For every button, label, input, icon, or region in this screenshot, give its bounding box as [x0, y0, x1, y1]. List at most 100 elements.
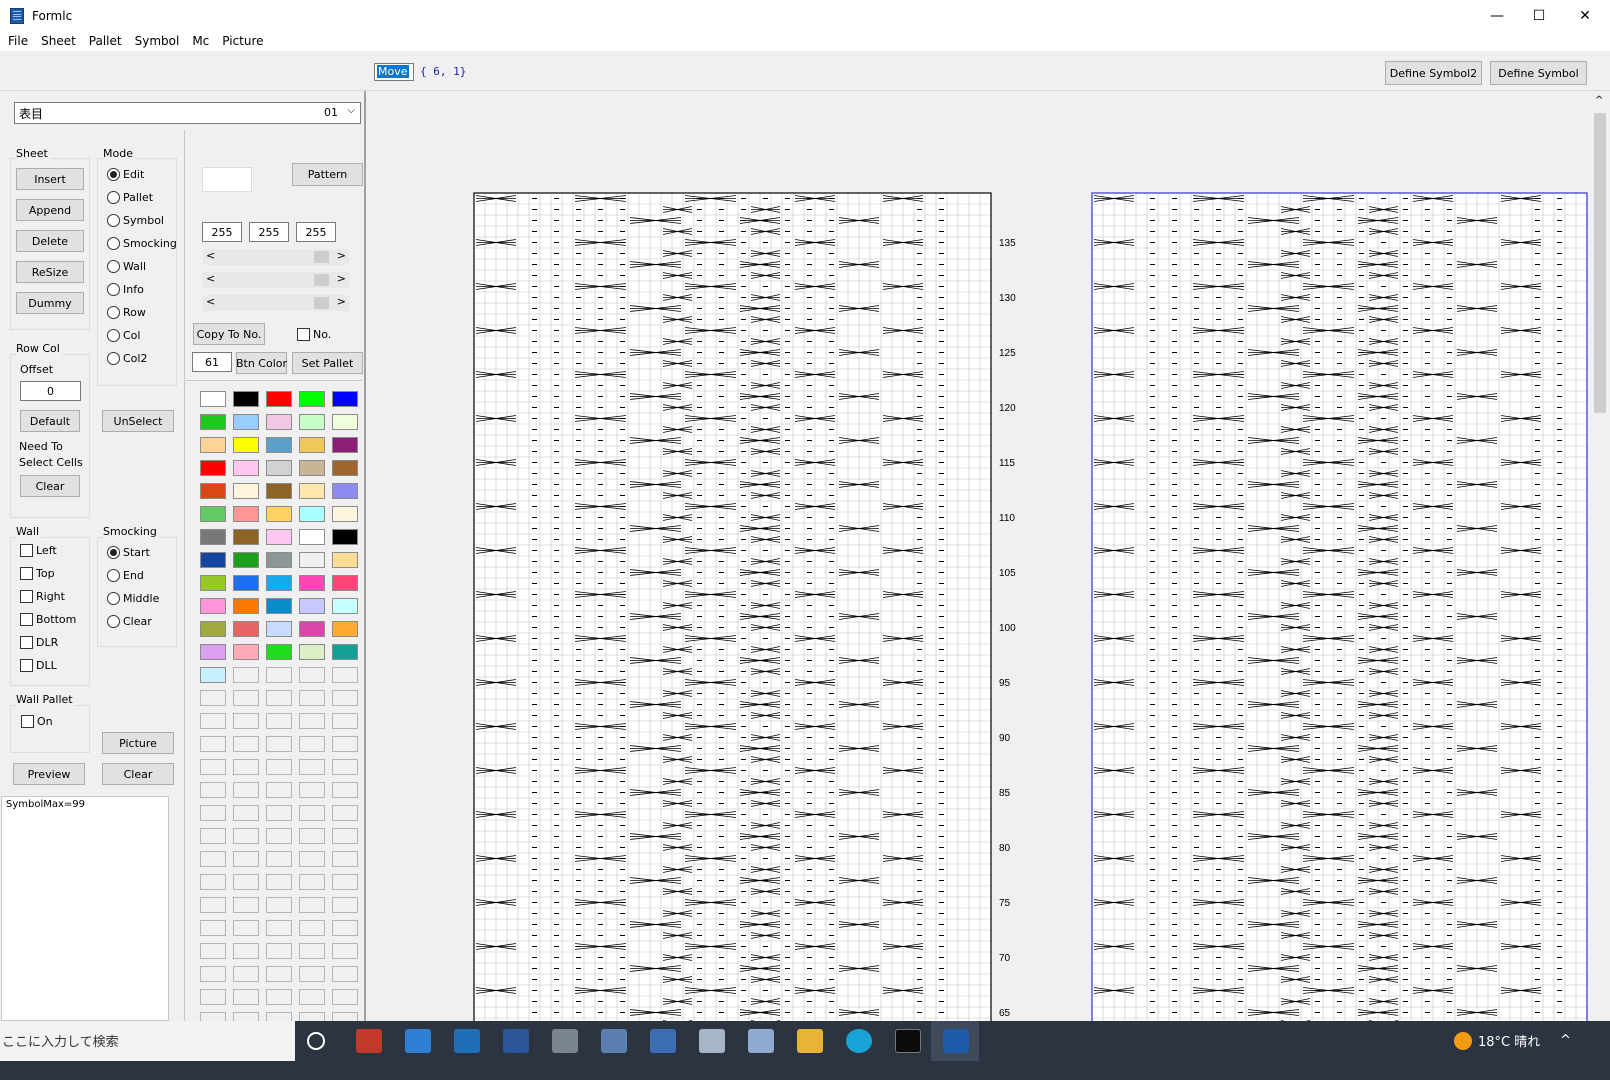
formlc-app-icon[interactable] — [943, 1029, 969, 1053]
resize-button[interactable]: ReSize — [16, 261, 84, 283]
palette-swatch[interactable] — [266, 736, 292, 752]
menu-symbol[interactable]: Symbol — [135, 34, 180, 48]
palette-swatch[interactable] — [332, 736, 358, 752]
palette-swatch[interactable] — [299, 552, 325, 568]
palette-swatch[interactable] — [266, 391, 292, 407]
palette-swatch[interactable] — [200, 529, 226, 545]
sheet-select[interactable]: 表目 01 ⌵ — [14, 102, 361, 124]
palette-swatch[interactable] — [299, 598, 325, 614]
palette-swatch[interactable] — [266, 897, 292, 913]
palette-swatch[interactable] — [299, 391, 325, 407]
terminal-icon[interactable] — [895, 1029, 921, 1053]
palette-swatch[interactable] — [266, 460, 292, 476]
tray-chevron-icon[interactable]: ^ — [1560, 1033, 1571, 1048]
palette-swatch[interactable] — [233, 920, 259, 936]
insert-button[interactable]: Insert — [16, 168, 84, 190]
palette-swatch[interactable] — [332, 621, 358, 637]
palette-swatch[interactable] — [200, 851, 226, 867]
mode-edit-radio[interactable]: Edit — [107, 168, 144, 181]
palette-swatch[interactable] — [233, 989, 259, 1005]
text-editor-app-icon[interactable] — [356, 1029, 382, 1053]
palette-swatch[interactable] — [332, 828, 358, 844]
palette-swatch[interactable] — [266, 805, 292, 821]
palette-swatch[interactable] — [233, 805, 259, 821]
palette-swatch[interactable] — [200, 874, 226, 890]
palette-swatch[interactable] — [299, 851, 325, 867]
menu-mc[interactable]: Mc — [192, 34, 209, 48]
close-button[interactable]: ✕ — [1562, 0, 1608, 31]
palette-swatch[interactable] — [200, 575, 226, 591]
default-button[interactable]: Default — [20, 410, 80, 432]
notepad-app-icon[interactable] — [748, 1029, 774, 1053]
palette-swatch[interactable] — [233, 552, 259, 568]
palette-swatch[interactable] — [332, 897, 358, 913]
palette-swatch[interactable] — [200, 782, 226, 798]
palette-swatch[interactable] — [299, 943, 325, 959]
palette-swatch[interactable] — [200, 552, 226, 568]
palette-swatch[interactable] — [233, 483, 259, 499]
palette-swatch[interactable] — [200, 736, 226, 752]
palette-swatch[interactable] — [332, 391, 358, 407]
palette-swatch[interactable] — [266, 828, 292, 844]
palette-swatch[interactable] — [332, 943, 358, 959]
palette-swatch[interactable] — [233, 667, 259, 683]
preview-button[interactable]: Preview — [13, 763, 85, 785]
palette-swatch[interactable] — [233, 966, 259, 982]
mode-col2-radio[interactable]: Col2 — [107, 352, 147, 365]
palette-swatch[interactable] — [200, 391, 226, 407]
mode-value-field[interactable]: Move — [374, 63, 414, 81]
palette-swatch[interactable] — [200, 966, 226, 982]
menu-picture[interactable]: Picture — [222, 34, 263, 48]
scroll-up-icon[interactable]: ^ — [1595, 95, 1603, 106]
edge-browser-icon[interactable] — [846, 1029, 872, 1053]
palette-swatch[interactable] — [266, 713, 292, 729]
palette-swatch[interactable] — [332, 414, 358, 430]
palette-swatch[interactable] — [299, 736, 325, 752]
folder-icon[interactable] — [797, 1029, 823, 1053]
palette-swatch[interactable] — [233, 759, 259, 775]
wall-bottom-checkbox[interactable]: Bottom — [20, 613, 76, 626]
palette-swatch[interactable] — [233, 897, 259, 913]
palette-swatch[interactable] — [332, 851, 358, 867]
palette-swatch[interactable] — [233, 529, 259, 545]
mode-wall-radio[interactable]: Wall — [107, 260, 146, 273]
wall-left-checkbox[interactable]: Left — [20, 544, 57, 557]
copy-to-no-button[interactable]: Copy To No. — [193, 323, 265, 345]
palette-swatch[interactable] — [233, 621, 259, 637]
palette-swatch[interactable] — [332, 529, 358, 545]
palette-swatch[interactable] — [299, 644, 325, 660]
palette-swatch[interactable] — [266, 506, 292, 522]
palette-swatch[interactable] — [299, 483, 325, 499]
mode-symbol-radio[interactable]: Symbol — [107, 214, 164, 227]
palette-swatch[interactable] — [299, 713, 325, 729]
palette-swatch[interactable] — [266, 874, 292, 890]
palette-swatch[interactable] — [266, 920, 292, 936]
palette-swatch[interactable] — [332, 713, 358, 729]
cortana-icon[interactable] — [307, 1032, 325, 1050]
palette-swatch[interactable] — [332, 874, 358, 890]
palette-swatch[interactable] — [332, 782, 358, 798]
palette-swatch[interactable] — [299, 920, 325, 936]
palette-swatch[interactable] — [233, 644, 259, 660]
dummy-button[interactable]: Dummy — [16, 292, 84, 314]
vscroll-thumb[interactable] — [1594, 113, 1606, 413]
mode-row-radio[interactable]: Row — [107, 306, 146, 319]
picture-clear-button[interactable]: Clear — [102, 763, 174, 785]
palette-swatch[interactable] — [332, 989, 358, 1005]
maximize-button[interactable]: ☐ — [1516, 0, 1562, 31]
mode-smocking-radio[interactable]: Smocking — [107, 237, 177, 250]
palette-swatch[interactable] — [200, 943, 226, 959]
palette-swatch[interactable] — [233, 713, 259, 729]
palette-swatch[interactable] — [332, 667, 358, 683]
palette-swatch[interactable] — [200, 644, 226, 660]
palette-swatch[interactable] — [299, 575, 325, 591]
set-pallet-button[interactable]: Set Pallet — [292, 352, 363, 374]
mode-pallet-radio[interactable]: Pallet — [107, 191, 153, 204]
rowcol-clear-button[interactable]: Clear — [20, 475, 80, 497]
palette-swatch[interactable] — [200, 437, 226, 453]
taskbar-search[interactable]: ここに入力して検索 — [0, 1021, 295, 1061]
palette-swatch[interactable] — [233, 414, 259, 430]
palette-swatch[interactable] — [266, 851, 292, 867]
smocking-start-radio[interactable]: Start — [107, 546, 150, 559]
palette-swatch[interactable] — [200, 759, 226, 775]
